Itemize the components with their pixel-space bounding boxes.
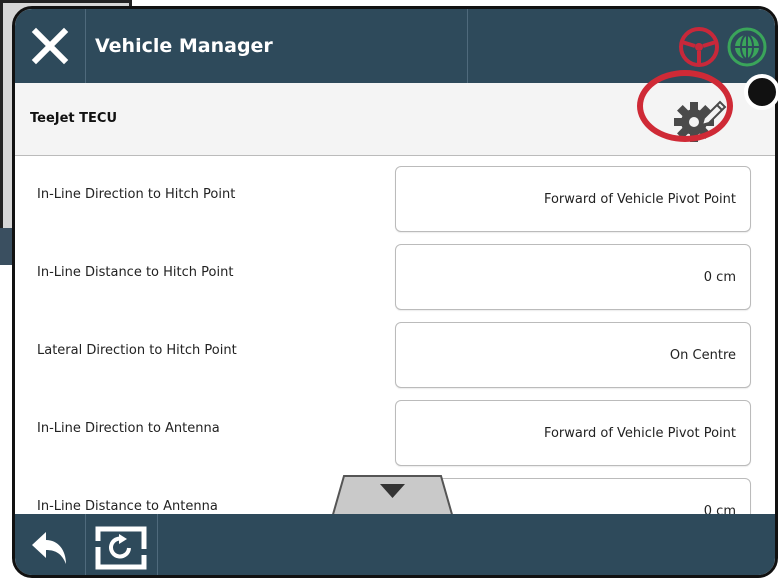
setting-value-field[interactable]: Forward of Vehicle Pivot Point bbox=[395, 166, 751, 232]
reset-icon bbox=[95, 526, 147, 569]
reset-button[interactable] bbox=[85, 514, 158, 575]
header-divider bbox=[467, 9, 468, 83]
highlight-circle bbox=[637, 70, 733, 142]
scroll-down-button[interactable] bbox=[320, 474, 465, 514]
close-icon bbox=[31, 27, 69, 65]
setting-value-field[interactable]: 0 cm bbox=[395, 244, 751, 310]
setting-row: In-Line Direction to Antenna Forward of … bbox=[15, 390, 775, 468]
setting-row: In-Line Direction to Hitch Point Forward… bbox=[15, 156, 775, 234]
steering-wheel-icon bbox=[679, 27, 719, 67]
setting-label: In-Line Distance to Antenna bbox=[37, 499, 218, 514]
setting-label: In-Line Distance to Hitch Point bbox=[37, 265, 234, 280]
callout-marker bbox=[744, 74, 779, 110]
header-bar: Vehicle Manager bbox=[15, 9, 775, 83]
device-name: TeeJet TECU bbox=[30, 111, 118, 126]
settings-list[interactable]: In-Line Direction to Hitch Point Forward… bbox=[15, 156, 775, 514]
setting-value-field[interactable]: On Centre bbox=[395, 322, 751, 388]
setting-label: In-Line Direction to Hitch Point bbox=[37, 187, 236, 202]
setting-label: In-Line Direction to Antenna bbox=[37, 421, 220, 436]
close-button[interactable] bbox=[15, 9, 86, 83]
setting-label: Lateral Direction to Hitch Point bbox=[37, 343, 237, 358]
setting-row: In-Line Distance to Hitch Point 0 cm bbox=[15, 234, 775, 312]
back-arrow-icon bbox=[32, 531, 66, 564]
status-icons bbox=[677, 25, 769, 69]
setting-row: Lateral Direction to Hitch Point On Cent… bbox=[15, 312, 775, 390]
setting-value-field[interactable]: Forward of Vehicle Pivot Point bbox=[395, 400, 751, 466]
footer-bar bbox=[15, 514, 775, 575]
gnss-icon bbox=[727, 27, 767, 67]
page-title: Vehicle Manager bbox=[95, 35, 273, 57]
back-button[interactable] bbox=[15, 514, 86, 575]
